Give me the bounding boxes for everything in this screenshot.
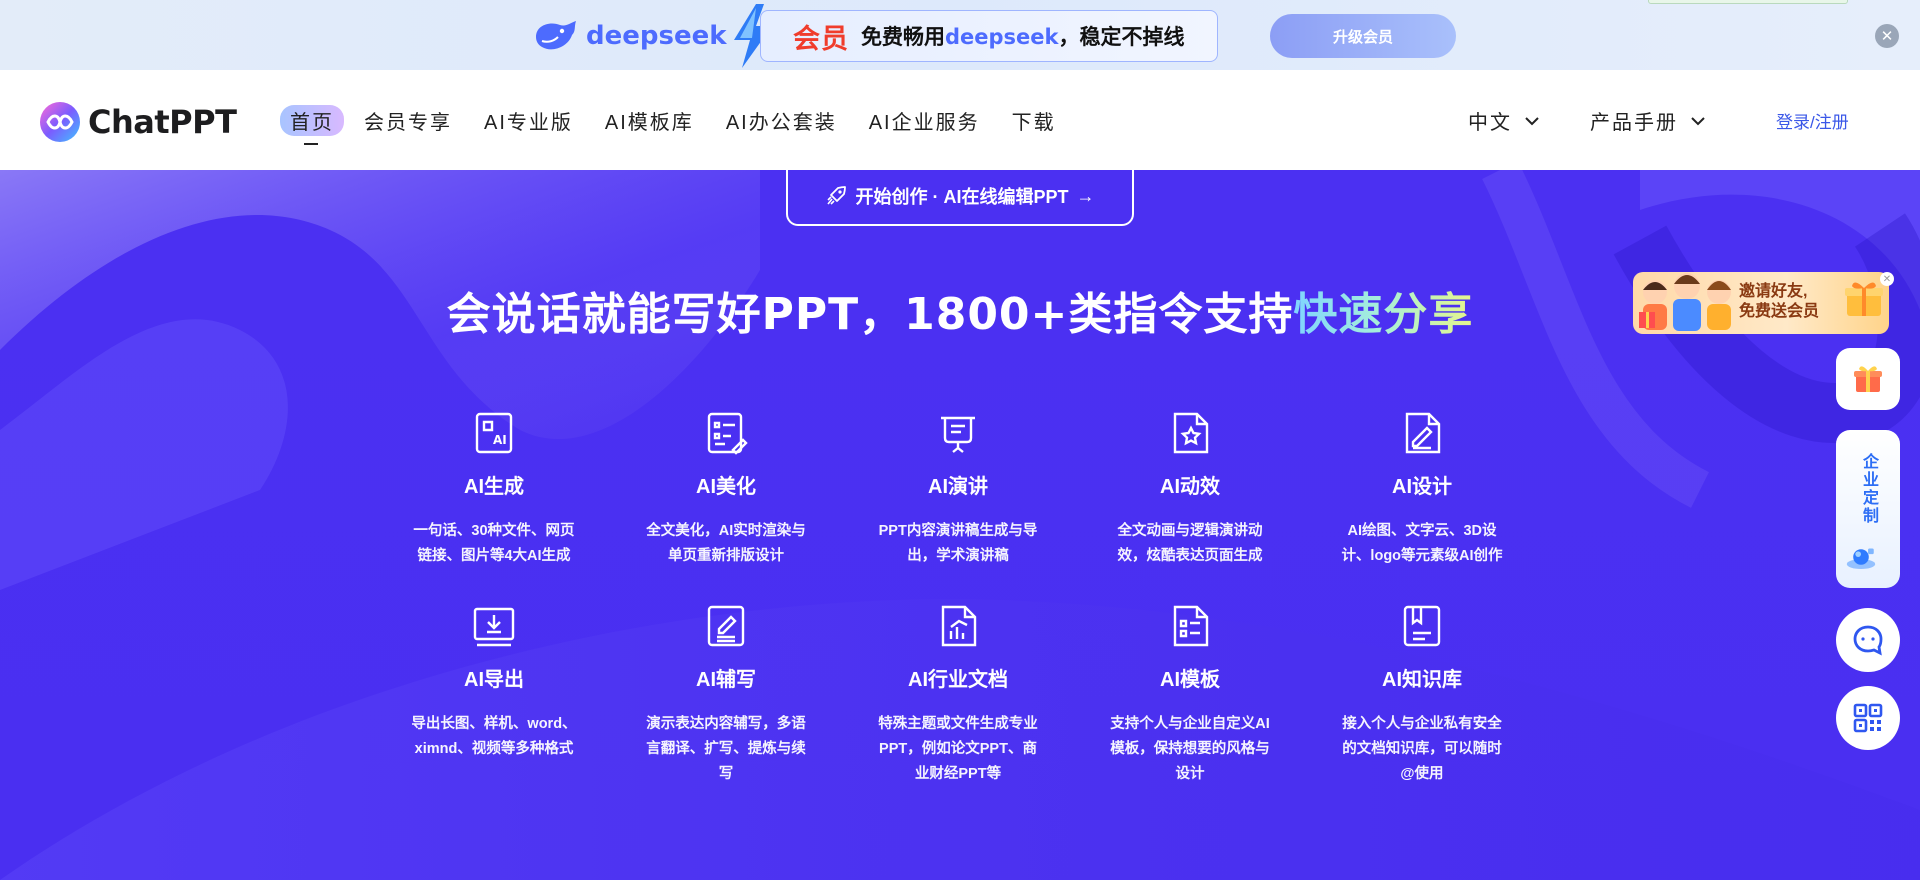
- enterprise-orb-icon: [1846, 548, 1876, 570]
- manual-label: 产品手册: [1590, 112, 1678, 134]
- cartoon-people-icon: [1639, 273, 1731, 331]
- export-icon: [473, 607, 515, 647]
- feature-ai-generate[interactable]: AI AI生成 一句话、30种文件、网页链接、图片等4大AI生成: [378, 410, 610, 569]
- feature-ai-export[interactable]: AI导出 导出长图、样机、word、ximnd、视频等多种格式: [378, 603, 610, 787]
- chat-bubble-icon: [1853, 625, 1883, 656]
- design-icon: [1405, 412, 1441, 454]
- feature-ai-writing[interactable]: AI辅写 演示表达内容辅写，多语言翻译、扩写、提炼与续写: [610, 603, 842, 787]
- invite-friends-banner[interactable]: 邀请好友, 免费送会员: [1633, 272, 1889, 334]
- feature-ai-template[interactable]: AI模板 支持个人与企业自定义AI模板，保持想要的风格与设计: [1074, 603, 1306, 787]
- rocket-icon: [827, 186, 847, 205]
- feature-desc: 特殊主题或文件生成专业PPT，例如论文PPT、商业财经PPT等: [878, 716, 1038, 782]
- language-label: 中文: [1468, 112, 1512, 134]
- feature-ai-animation[interactable]: AI动效 全文动画与逻辑演讲动效，炫酷表达页面生成: [1074, 410, 1306, 569]
- svg-text:AI: AI: [493, 433, 507, 447]
- feature-title: AI美化: [696, 476, 756, 498]
- feature-title: AI模板: [1160, 669, 1220, 691]
- ppt-ai-icon: AI: [475, 412, 513, 454]
- writing-icon: [707, 605, 745, 647]
- nav-item-vip[interactable]: 会员专享: [364, 106, 452, 135]
- invite-close-icon[interactable]: ✕: [1880, 272, 1894, 286]
- nav-item-download[interactable]: 下载: [1012, 106, 1056, 135]
- feature-ai-design[interactable]: AI设计 AI绘图、文字云、3D设计、logo等元素级AI创作: [1306, 410, 1538, 569]
- promo-card[interactable]: 会员 免费畅用deepseek，稳定不掉线: [760, 10, 1218, 62]
- main-nav: 首页 会员专享 AI专业版 AI模板库 AI办公套装 AI企业服务 下载: [280, 105, 1088, 145]
- hero-section: 开始创作 · AI在线编辑PPT → 会说话就能写好PPT，1800+类指令支持…: [0, 170, 1920, 880]
- gift-button[interactable]: [1836, 348, 1900, 410]
- nav-item-ai-pro[interactable]: AI专业版: [484, 106, 573, 135]
- promo-corner-decoration: [1648, 0, 1848, 4]
- customer-service-button[interactable]: [1836, 608, 1900, 672]
- feature-desc: 一句话、30种文件、网页链接、图片等4大AI生成: [413, 523, 575, 564]
- invite-text: 邀请好友, 免费送会员: [1739, 283, 1820, 320]
- feature-title: AI生成: [464, 476, 524, 498]
- feature-desc: PPT内容演讲稿生成与导出，学术演讲稿: [878, 523, 1038, 564]
- speech-icon: [941, 416, 975, 453]
- headline-highlight: 快速分享: [1293, 289, 1474, 340]
- feature-desc: 接入个人与企业私有安全的文档知识库，可以随时@使用: [1342, 716, 1502, 782]
- qr-code-icon: [1853, 703, 1883, 733]
- promo-banner[interactable]: deepseek 会员 免费畅用deepseek，稳定不掉线 升级会员 ✕: [0, 0, 1920, 70]
- chevron-down-icon: [1525, 116, 1539, 125]
- enterprise-custom-button[interactable]: 企业定制: [1836, 430, 1900, 588]
- chatppt-logo[interactable]: ChatPPT: [38, 100, 237, 144]
- enterprise-label: 企业定制: [1860, 453, 1877, 525]
- template-icon: [1173, 605, 1209, 647]
- logo-icon: [40, 102, 80, 142]
- feature-ai-industry-doc[interactable]: AI行业文档 特殊主题或文件生成专业PPT，例如论文PPT、商业财经PPT等: [842, 603, 1074, 787]
- feature-desc: 演示表达内容辅写，多语言翻译、扩写、提炼与续写: [646, 716, 806, 782]
- product-manual-dropdown[interactable]: 产品手册: [1590, 106, 1706, 135]
- feature-title: AI辅写: [696, 669, 756, 691]
- start-creating-button[interactable]: 开始创作 · AI在线编辑PPT →: [786, 170, 1134, 226]
- deepseek-logo: deepseek: [532, 16, 727, 56]
- promo-text: 免费畅用deepseek，稳定不掉线: [861, 25, 1185, 49]
- gift-box-icon: [1845, 282, 1883, 316]
- feature-title: AI行业文档: [908, 669, 1008, 691]
- promo-vip-label: 会员: [793, 23, 849, 55]
- feature-title: AI动效: [1160, 476, 1220, 498]
- hero-headline: 会说话就能写好PPT，1800+类指令支持快速分享: [446, 289, 1474, 340]
- qr-code-button[interactable]: [1836, 686, 1900, 750]
- feature-grid: AI AI生成 一句话、30种文件、网页链接、图片等4大AI生成 AI美化 全文…: [378, 410, 1610, 787]
- logo-text: ChatPPT: [88, 103, 237, 141]
- gift-icon: [1854, 366, 1882, 392]
- nav-item-enterprise[interactable]: AI企业服务: [869, 106, 980, 135]
- deepseek-brand-text: deepseek: [586, 21, 727, 51]
- nav-item-office-suite[interactable]: AI办公套装: [726, 106, 837, 135]
- beautify-icon: [707, 412, 748, 455]
- feature-title: AI知识库: [1382, 669, 1462, 691]
- feature-ai-knowledge-base[interactable]: AI知识库 接入个人与企业私有安全的文档知识库，可以随时@使用: [1306, 603, 1538, 787]
- arrow-right-icon: →: [1076, 185, 1095, 206]
- feature-title: AI演讲: [928, 476, 988, 498]
- feature-desc: 支持个人与企业自定义AI模板，保持想要的风格与设计: [1110, 716, 1270, 782]
- feature-ai-speech[interactable]: AI演讲 PPT内容演讲稿生成与导出，学术演讲稿: [842, 410, 1074, 569]
- feature-desc: 导出长图、样机、word、ximnd、视频等多种格式: [411, 716, 577, 757]
- close-icon[interactable]: ✕: [1875, 24, 1899, 48]
- feature-title: AI导出: [464, 669, 524, 691]
- animation-icon: [1173, 412, 1209, 454]
- whale-icon: [536, 21, 576, 50]
- feature-title: AI设计: [1392, 476, 1452, 498]
- knowledge-base-icon: [1403, 605, 1441, 647]
- login-register-link[interactable]: 登录/注册: [1776, 108, 1849, 133]
- feature-desc: 全文动画与逻辑演讲动效，炫酷表达页面生成: [1117, 523, 1263, 564]
- chevron-down-icon: [1691, 116, 1705, 125]
- nav-item-templates[interactable]: AI模板库: [605, 106, 694, 135]
- start-creating-label: 开始创作 · AI在线编辑PPT: [855, 187, 1069, 207]
- upgrade-vip-button[interactable]: 升级会员: [1270, 14, 1456, 58]
- top-header: ChatPPT 首页 会员专享 AI专业版 AI模板库 AI办公套装 AI企业服…: [0, 70, 1920, 170]
- language-select[interactable]: 中文: [1468, 106, 1540, 135]
- feature-desc: 全文美化，AI实时渲染与单页重新排版设计: [646, 523, 806, 564]
- nav-item-home[interactable]: 首页: [280, 105, 344, 145]
- industry-doc-icon: [941, 605, 977, 647]
- feature-ai-beautify[interactable]: AI美化 全文美化，AI实时渲染与单页重新排版设计: [610, 410, 842, 569]
- feature-desc: AI绘图、文字云、3D设计、logo等元素级AI创作: [1341, 523, 1503, 564]
